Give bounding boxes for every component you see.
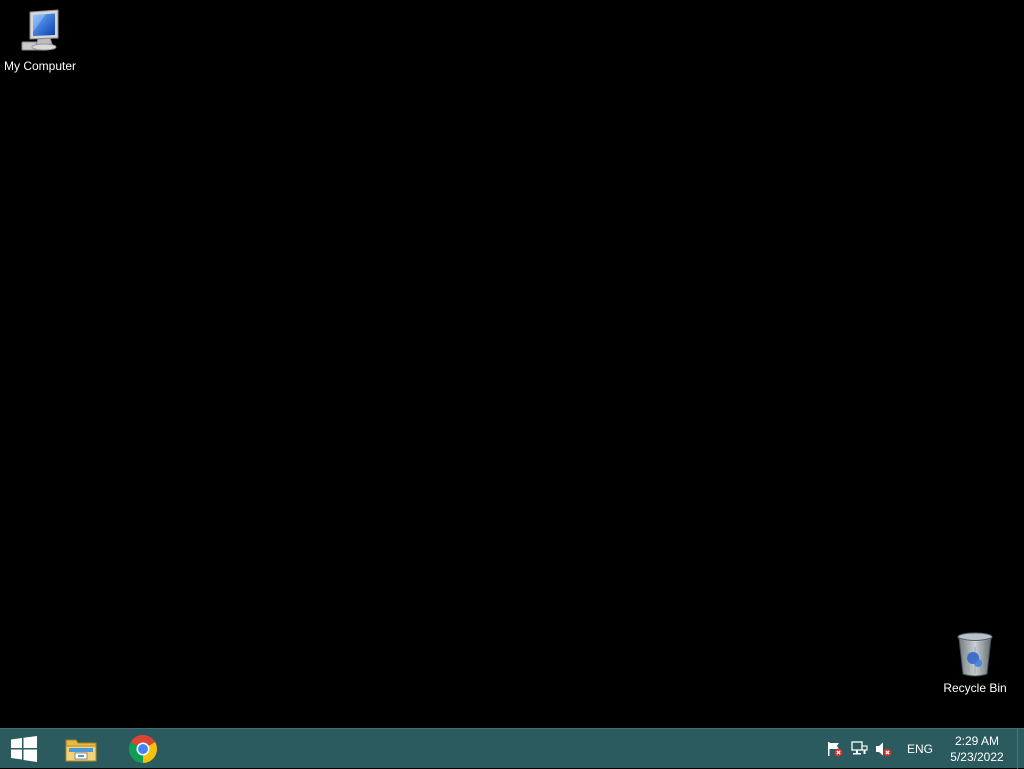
clock-time: 2:29 AM: [954, 734, 1000, 748]
desktop-icon-recycle-bin[interactable]: Recycle Bin: [935, 632, 1015, 695]
start-button[interactable]: [0, 729, 48, 769]
clock-date: 5/23/2022: [950, 750, 1004, 764]
volume-muted-icon: [875, 742, 892, 757]
tray-clock[interactable]: 2:29 AM 5/23/2022: [943, 729, 1011, 769]
windows-logo-icon: [11, 736, 37, 762]
recycle-bin-icon: [957, 632, 993, 677]
desktop[interactable]: My Computer Recycle Bin: [0, 0, 1024, 728]
taskbar-chrome-button[interactable]: [115, 729, 171, 769]
chrome-icon: [129, 735, 157, 763]
taskbar: ENG 2:29 AM 5/23/2022: [0, 728, 1024, 769]
taskbar-file-explorer-button[interactable]: [53, 729, 109, 769]
computer-icon: [21, 9, 59, 51]
tray-language-indicator[interactable]: ENG: [895, 729, 943, 769]
tray-volume[interactable]: [871, 729, 895, 769]
tray-network[interactable]: [847, 729, 871, 769]
network-icon: [851, 741, 868, 755]
tray-action-center[interactable]: [823, 729, 847, 769]
system-tray: ENG 2:29 AM 5/23/2022: [823, 729, 1024, 769]
file-explorer-icon: [65, 739, 97, 762]
action-center-flag-icon: [827, 742, 843, 757]
desktop-icon-my-computer[interactable]: My Computer: [0, 8, 80, 73]
desktop-icon-label: Recycle Bin: [943, 681, 1007, 695]
show-desktop-button[interactable]: [1017, 729, 1024, 769]
desktop-icon-label: My Computer: [3, 59, 77, 73]
